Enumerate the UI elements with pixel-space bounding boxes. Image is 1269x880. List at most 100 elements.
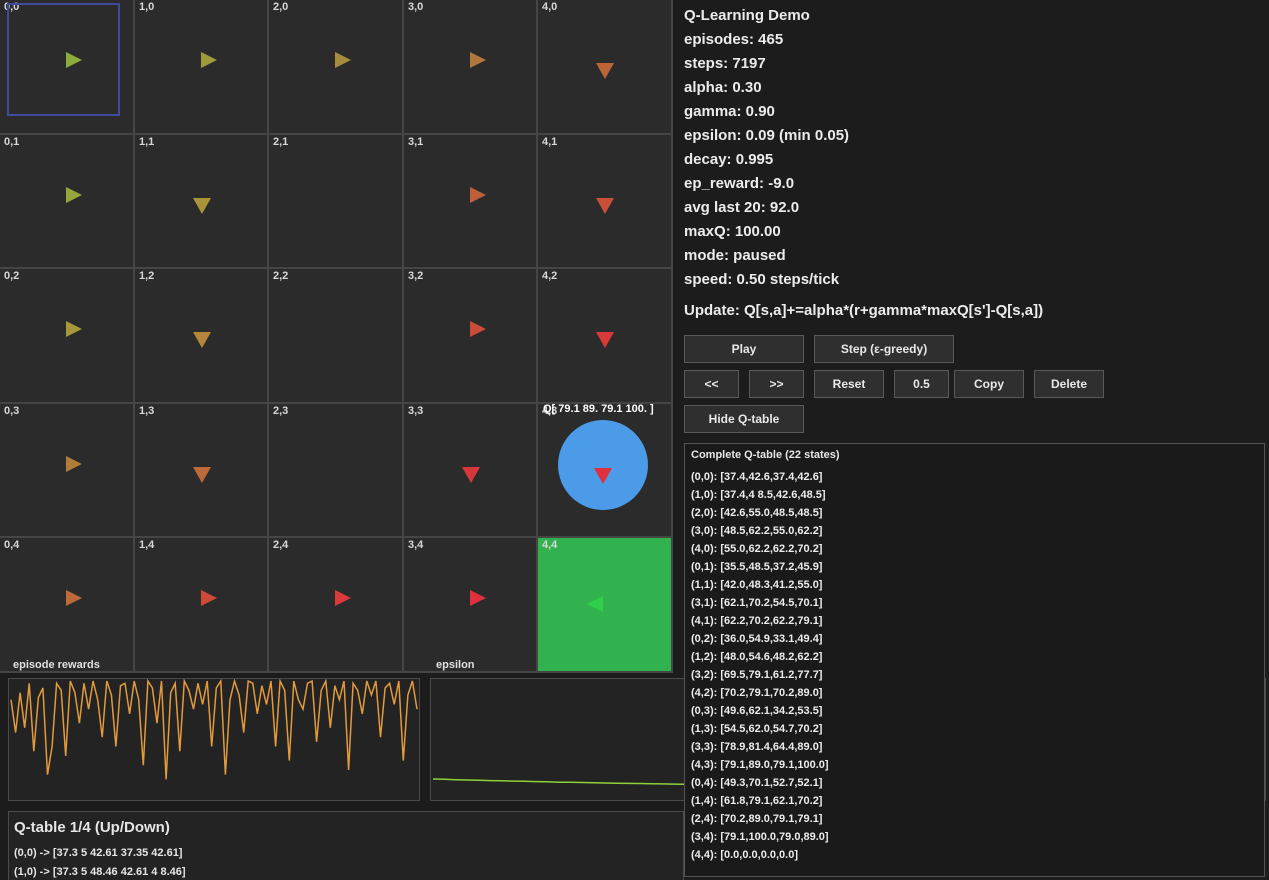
cell-coordinate-label: 1,1 [139, 136, 155, 148]
policy-arrow-down-icon [193, 332, 211, 348]
info-panel: Q-Learning Demo episodes: 465 steps: 7197… [684, 6, 1264, 294]
cell-coordinate-label: 1,4 [139, 539, 155, 551]
grid-cell[interactable]: 4,2 [538, 269, 673, 404]
cell-coordinate-label: 2,2 [273, 270, 289, 282]
qtable-entry: (4,4): [0.0,0.0,0.0,0.0] [691, 849, 798, 861]
policy-arrow-right-icon [201, 590, 217, 606]
cell-coordinate-label: 0,3 [4, 405, 20, 417]
policy-arrow-right-icon [66, 321, 82, 337]
reset-button[interactable]: Reset [814, 370, 884, 398]
cell-coordinate-label: 1,2 [139, 270, 155, 282]
stat-line: alpha: 0.30 [684, 79, 762, 96]
policy-arrow-right-icon [335, 590, 351, 606]
cell-coordinate-label: 4,1 [542, 136, 558, 148]
policy-arrow-left-icon [587, 596, 603, 612]
qtable-entry: (1,1): [42.0,48.3,41.2,55.0] [691, 579, 823, 591]
rewards-chart [10, 678, 418, 780]
grid-cell[interactable]: 0,1 [0, 135, 135, 269]
grid-cell[interactable]: 3,0 [404, 0, 538, 135]
grid-cell[interactable]: 0,4 [0, 538, 135, 673]
qtable-entry: (3,3): [78.9,81.4,64.4,89.0] [691, 741, 823, 753]
cell-coordinate-label: 4,4 [542, 539, 558, 551]
stat-line: mode: paused [684, 247, 786, 264]
qtable-row: (1,0) -> [37.3 5 48.46 42.61 4 8.46] [14, 866, 186, 878]
policy-arrow-down-icon [596, 63, 614, 79]
grid-cell[interactable]: 3,1 [404, 135, 538, 269]
policy-arrow-right-icon [66, 456, 82, 472]
qtable-entry: (0,4): [49.3,70.1,52.7,52.1] [691, 777, 823, 789]
grid-cell[interactable]: 3,3 [404, 404, 538, 538]
cell-coordinate-label: 0,2 [4, 270, 20, 282]
grid-world: 0,0 1,0 2,0 3,0 4,0 0,1 1,1 2,1 3,1 4,1 0,2 1,2 2,2 3… [0, 0, 673, 673]
cell-coordinate-label: 0,4 [4, 539, 20, 551]
policy-arrow-down-icon [596, 198, 614, 214]
stat-line: decay: 0.995 [684, 151, 774, 168]
stat-line: episodes: 465 [684, 31, 784, 48]
policy-arrow-right-icon [470, 321, 486, 337]
speed-button[interactable]: 0.5 [894, 370, 949, 398]
qtable-view: Q-table 1/4 (Up/Down) (0,0) -> [37.3 5 4… [8, 811, 684, 880]
grid-cell[interactable]: 0,3 [0, 404, 135, 538]
qtable-entry: (1,2): [48.0,54.6,48.2,62.2] [691, 651, 823, 663]
step-button[interactable]: Step (ε-greedy) [814, 335, 954, 363]
cell-coordinate-label: 3,4 [408, 539, 424, 551]
policy-arrow-right-icon [335, 52, 351, 68]
qtable-entry: (4,3): [79.1,89.0,79.1,100.0] [691, 759, 829, 771]
qtable-entry: (0,1): [35.5,48.5,37.2,45.9] [691, 561, 823, 573]
grid-cell[interactable]: 2,0 [269, 0, 404, 135]
epsilon-series-line [432, 778, 686, 786]
cell-coordinate-label: 4,0 [542, 1, 558, 13]
grid-cell[interactable]: 3,2 [404, 269, 538, 404]
grid-cell[interactable]: 1,3 [135, 404, 269, 538]
cell-coordinate-label: 3,1 [408, 136, 424, 148]
cell-coordinate-label: 3,0 [408, 1, 424, 13]
stat-line: speed: 0.50 steps/tick [684, 271, 840, 288]
qtable-entry: (0,2): [36.0,54.9,33.1,49.4] [691, 633, 823, 645]
cell-coordinate-label: 1,0 [139, 1, 155, 13]
update-rule: Update: Q[s,a]+=alpha*(r+gamma*maxQ[s']-… [684, 302, 1044, 319]
qtable-entry: (0,0): [37.4,42.6,37.4,42.6] [691, 471, 823, 483]
grid-cell[interactable]: 2,2 [269, 269, 404, 404]
qtable-entry: (2,0): [42.6,55.0,48.5,48.5] [691, 507, 823, 519]
copy-button[interactable]: Copy [954, 370, 1024, 398]
policy-arrow-down-icon [462, 467, 480, 483]
policy-arrow-right-icon [470, 187, 486, 203]
back-button[interactable]: << [684, 370, 739, 398]
policy-arrow-down-icon [193, 198, 211, 214]
stat-line: maxQ: 100.00 [684, 223, 781, 240]
grid-cell[interactable]: 2,1 [269, 135, 404, 269]
hide-qtable-button[interactable]: Hide Q-table [684, 405, 804, 433]
grid-cell[interactable]: 3,4 [404, 538, 538, 673]
grid-cell[interactable]: 0,2 [0, 269, 135, 404]
complete-qtable-panel[interactable]: Complete Q-table (22 states) (0,0): [37.… [684, 443, 1265, 877]
grid-cell[interactable]: 1,1 [135, 135, 269, 269]
stat-line: avg last 20: 92.0 [684, 199, 800, 216]
forward-button[interactable]: >> [749, 370, 804, 398]
play-button[interactable]: Play [684, 335, 804, 363]
cell-coordinate-label: 0,1 [4, 136, 20, 148]
policy-arrow-right-icon [66, 52, 82, 68]
rewards-plot-title: episode rewards [13, 659, 100, 671]
qtable-entry: (4,0): [55.0,62.2,62.2,70.2] [691, 543, 823, 555]
cell-coordinate-label: 1,3 [139, 405, 155, 417]
grid-cell[interactable]: 2,4 [269, 538, 404, 673]
qtable-entry: (3,1): [62.1,70.2,54.5,70.1] [691, 597, 823, 609]
grid-cell[interactable]: 0,0 [0, 0, 135, 135]
qtable-entry: (3,0): [48.5,62.2,55.0,62.2] [691, 525, 823, 537]
grid-cell[interactable]: 1,4 [135, 538, 269, 673]
policy-arrow-down-icon [596, 332, 614, 348]
qtable-entry: (4,1): [62.2,70.2,62.2,79.1] [691, 615, 823, 627]
qtable-row: (0,0) -> [37.3 5 42.61 37.35 42.61] [14, 847, 183, 859]
grid-cell[interactable]: 2,3 [269, 404, 404, 538]
cell-coordinate-label: 2,0 [273, 1, 289, 13]
cell-coordinate-label: 2,3 [273, 405, 289, 417]
grid-cell[interactable]: 4,0 [538, 0, 673, 135]
policy-arrow-down-icon [193, 467, 211, 483]
grid-cell[interactable]: 1,2 [135, 269, 269, 404]
grid-cell[interactable]: 4,1 [538, 135, 673, 269]
delete-button[interactable]: Delete [1034, 370, 1104, 398]
grid-cell[interactable]: 1,0 [135, 0, 269, 135]
qtable-entry: (3,2): [69.5,79.1,61.2,77.7] [691, 669, 823, 681]
grid-cell[interactable]: 4,4 [538, 538, 673, 673]
cell-coordinate-label: 4,2 [542, 270, 558, 282]
